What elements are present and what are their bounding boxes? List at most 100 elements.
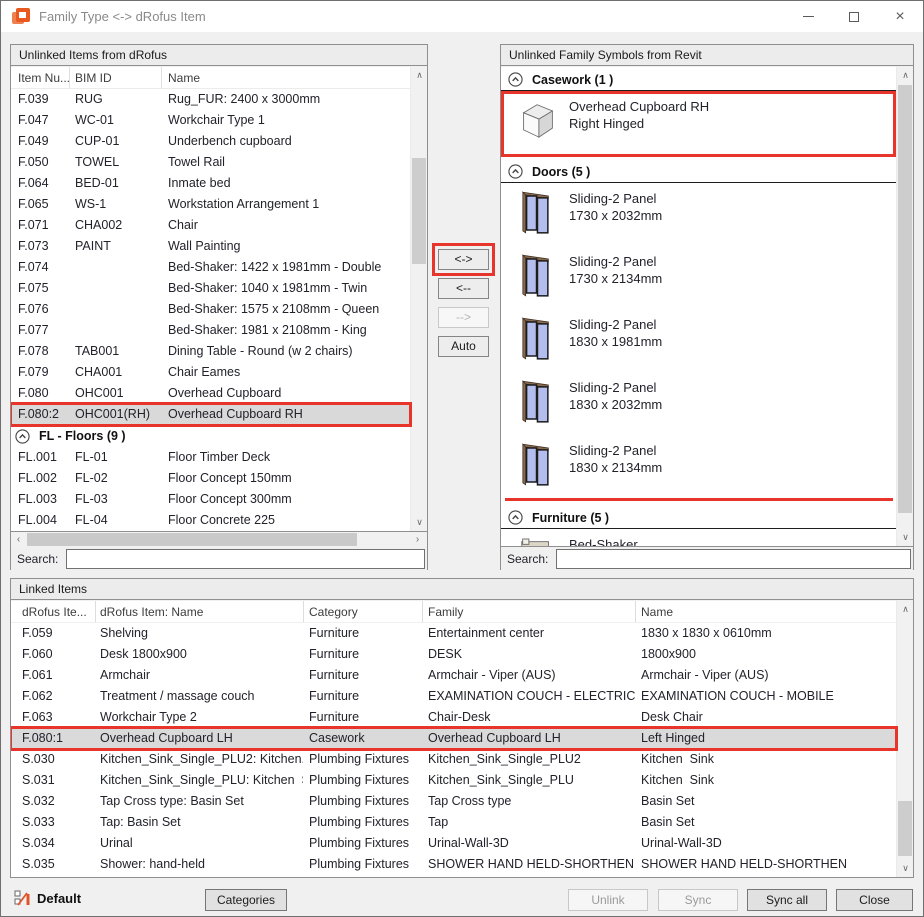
drofus-item-row[interactable]: F.049 CUP-01 Underbench cupboard [11,131,410,152]
linked-item-row[interactable]: S.031 Kitchen_Sink_Single_PLU: Kitchen S… [11,770,896,791]
drofus-item-row[interactable]: F.047 WC-01 Workchair Type 1 [11,110,410,131]
scroll-down-icon[interactable]: ∨ [897,529,913,546]
linked-item-row[interactable]: F.080:1 Overhead Cupboard LH Casework Ov… [11,728,896,749]
group-header-casework[interactable]: Casework (1 ) [501,69,896,91]
drofus-item-row[interactable]: F.050 TOWEL Towel Rail [11,152,410,173]
revit-symbol-item[interactable]: Sliding-2 Panel1830 x 2032mm [501,372,896,435]
cell-item-number: FL.001 [11,447,70,468]
cell-drofus-item-name: Kitchen_Sink_Single_PLU2: Kitchen... [95,749,303,770]
scroll-up-icon[interactable]: ∧ [897,67,913,84]
auto-link-button[interactable]: Auto [438,336,489,357]
linked-items-title: Linked Items [11,579,913,600]
linked-vertical-scrollbar[interactable]: ∧ ∨ [896,601,913,877]
drofus-item-row[interactable]: F.065 WS-1 Workstation Arrangement 1 [11,194,410,215]
drofus-item-row[interactable]: F.077 Bed-Shaker: 1981 x 2108mm - King [11,320,410,341]
drofus-item-row[interactable]: F.078 TAB001 Dining Table - Round (w 2 c… [11,341,410,362]
minimize-button[interactable] [785,1,831,32]
cell-bim-id: TAB001 [70,341,162,362]
cell-family: Tap Cross type [422,791,635,812]
drofus-item-row[interactable]: FL.001 FL-01 Floor Timber Deck [11,447,410,468]
column-header-name[interactable]: Name [162,67,410,88]
drofus-item-row[interactable]: F.074 Bed-Shaker: 1422 x 1981mm - Double [11,257,410,278]
revit-symbol-item[interactable]: Sliding-2 Panel1830 x 1981mm [501,309,896,372]
close-button[interactable]: × [877,1,923,32]
drofus-item-row[interactable]: F.071 CHA002 Chair [11,215,410,236]
group-header-fl-floors[interactable]: FL - Floors (9 ) [11,425,410,447]
scrollbar-thumb[interactable] [898,85,912,513]
linked-item-row[interactable]: F.062 Treatment / massage couch Furnitur… [11,686,896,707]
cell-category: Plumbing Fixtures [303,812,422,833]
column-header-drofus-item-name[interactable]: dRofus Item: Name [95,601,303,622]
left-horizontal-scrollbar[interactable]: ‹ › [11,532,427,547]
drofus-item-row[interactable]: FL.003 FL-03 Floor Concept 300mm [11,489,410,510]
scroll-right-icon[interactable]: › [410,532,425,547]
scroll-up-icon[interactable]: ∧ [897,601,913,618]
cell-bim-id: FL-02 [70,468,162,489]
column-header-bim-id[interactable]: BIM ID [70,67,162,88]
column-header-name[interactable]: Name [635,601,896,622]
sync-all-button[interactable]: Sync all [747,889,827,911]
cell-bim-id: WC-01 [70,110,162,131]
scroll-up-icon[interactable]: ∧ [411,67,427,84]
minimize-icon [803,16,814,17]
drofus-item-row[interactable]: FL.002 FL-02 Floor Concept 150mm [11,468,410,489]
revit-search-input[interactable] [556,549,911,569]
column-header-family[interactable]: Family [422,601,635,622]
right-vertical-scrollbar[interactable]: ∧ ∨ [896,67,913,546]
drofus-item-row[interactable]: F.080:2 OHC001(RH) Overhead Cupboard RH [11,404,410,425]
linked-item-row[interactable]: S.035 Shower: hand-held Plumbing Fixture… [11,854,896,875]
linked-item-row[interactable]: F.060 Desk 1800x900 Furniture DESK 1800x… [11,644,896,665]
linked-item-row[interactable]: F.059 Shelving Furniture Entertainment c… [11,623,896,644]
group-header-doors[interactable]: Doors (5 ) [501,161,896,183]
linked-item-row[interactable]: S.030 Kitchen_Sink_Single_PLU2: Kitchen.… [11,749,896,770]
link-left-button[interactable]: <-- [438,278,489,299]
scrollbar-thumb[interactable] [898,801,912,856]
scroll-down-icon[interactable]: ∨ [411,514,427,531]
column-header-category[interactable]: Category [303,601,422,622]
drofus-item-row[interactable]: F.076 Bed-Shaker: 1575 x 2108mm - Queen [11,299,410,320]
column-header-item-number[interactable]: Item Nu... [11,67,70,88]
link-both-button[interactable]: <-> [438,249,489,270]
scroll-left-icon[interactable]: ‹ [11,532,26,547]
drofus-search-input[interactable] [66,549,425,569]
revit-symbol-item[interactable]: Overhead Cupboard RHRight Hinged [501,91,896,157]
categories-button[interactable]: Categories [205,889,287,911]
cupboard-icon [520,99,556,145]
collapse-icon[interactable] [508,72,523,87]
column-header-drofus-item[interactable]: dRofus Ite... [11,601,95,622]
close-dialog-button[interactable]: Close [836,889,913,911]
revit-symbol-item[interactable]: Sliding-2 Panel1730 x 2134mm [501,246,896,309]
cell-item-number: FL.002 [11,468,70,489]
collapse-icon[interactable] [15,429,30,444]
group-header-furniture[interactable]: Furniture (5 ) [501,507,896,529]
drofus-item-row[interactable]: F.039 RUG Rug_FUR: 2400 x 3000mm [11,89,410,110]
linked-item-row[interactable]: S.032 Tap Cross type: Basin Set Plumbing… [11,791,896,812]
drofus-item-row[interactable]: F.064 BED-01 Inmate bed [11,173,410,194]
cell-family: Kitchen_Sink_Single_PLU [422,770,635,791]
maximize-button[interactable] [831,1,877,32]
scroll-down-icon[interactable]: ∨ [897,860,913,877]
drofus-item-row[interactable]: F.079 CHA001 Chair Eames [11,362,410,383]
collapse-icon[interactable] [508,164,523,179]
left-vertical-scrollbar[interactable]: ∧ ∨ [410,67,427,531]
revit-symbol-item[interactable]: Bed-Shaker [501,529,896,547]
collapse-icon[interactable] [508,510,523,525]
linked-rows: F.059 Shelving Furniture Entertainment c… [11,623,913,875]
cell-name: Desk Chair [635,707,896,728]
linked-item-row[interactable]: S.033 Tap: Basin Set Plumbing Fixtures T… [11,812,896,833]
scrollbar-thumb[interactable] [27,533,357,546]
linked-item-row[interactable]: F.061 Armchair Furniture Armchair - Vipe… [11,665,896,686]
revit-symbol-item[interactable]: Sliding-2 Panel1830 x 2134mm [501,435,896,498]
drofus-item-row[interactable]: F.075 Bed-Shaker: 1040 x 1981mm - Twin [11,278,410,299]
cell-drofus-item-name: Kitchen_Sink_Single_PLU: Kitchen S... [95,770,303,791]
linked-table-header: dRofus Ite... dRofus Item: Name Category… [11,601,896,623]
cell-item-number: FL.003 [11,489,70,510]
drofus-item-row[interactable]: F.080 OHC001 Overhead Cupboard [11,383,410,404]
drofus-item-row[interactable]: F.073 PAINT Wall Painting [11,236,410,257]
drofus-item-row[interactable]: FL.004 FL-04 Floor Concrete 225 [11,510,410,531]
revit-symbol-item[interactable]: Sliding-2 Panel1730 x 2032mm [501,183,896,246]
linked-item-row[interactable]: S.034 Urinal Plumbing Fixtures Urinal-Wa… [11,833,896,854]
cell-family: Urinal-Wall-3D [422,833,635,854]
scrollbar-thumb[interactable] [412,158,426,264]
linked-item-row[interactable]: F.063 Workchair Type 2 Furniture Chair-D… [11,707,896,728]
